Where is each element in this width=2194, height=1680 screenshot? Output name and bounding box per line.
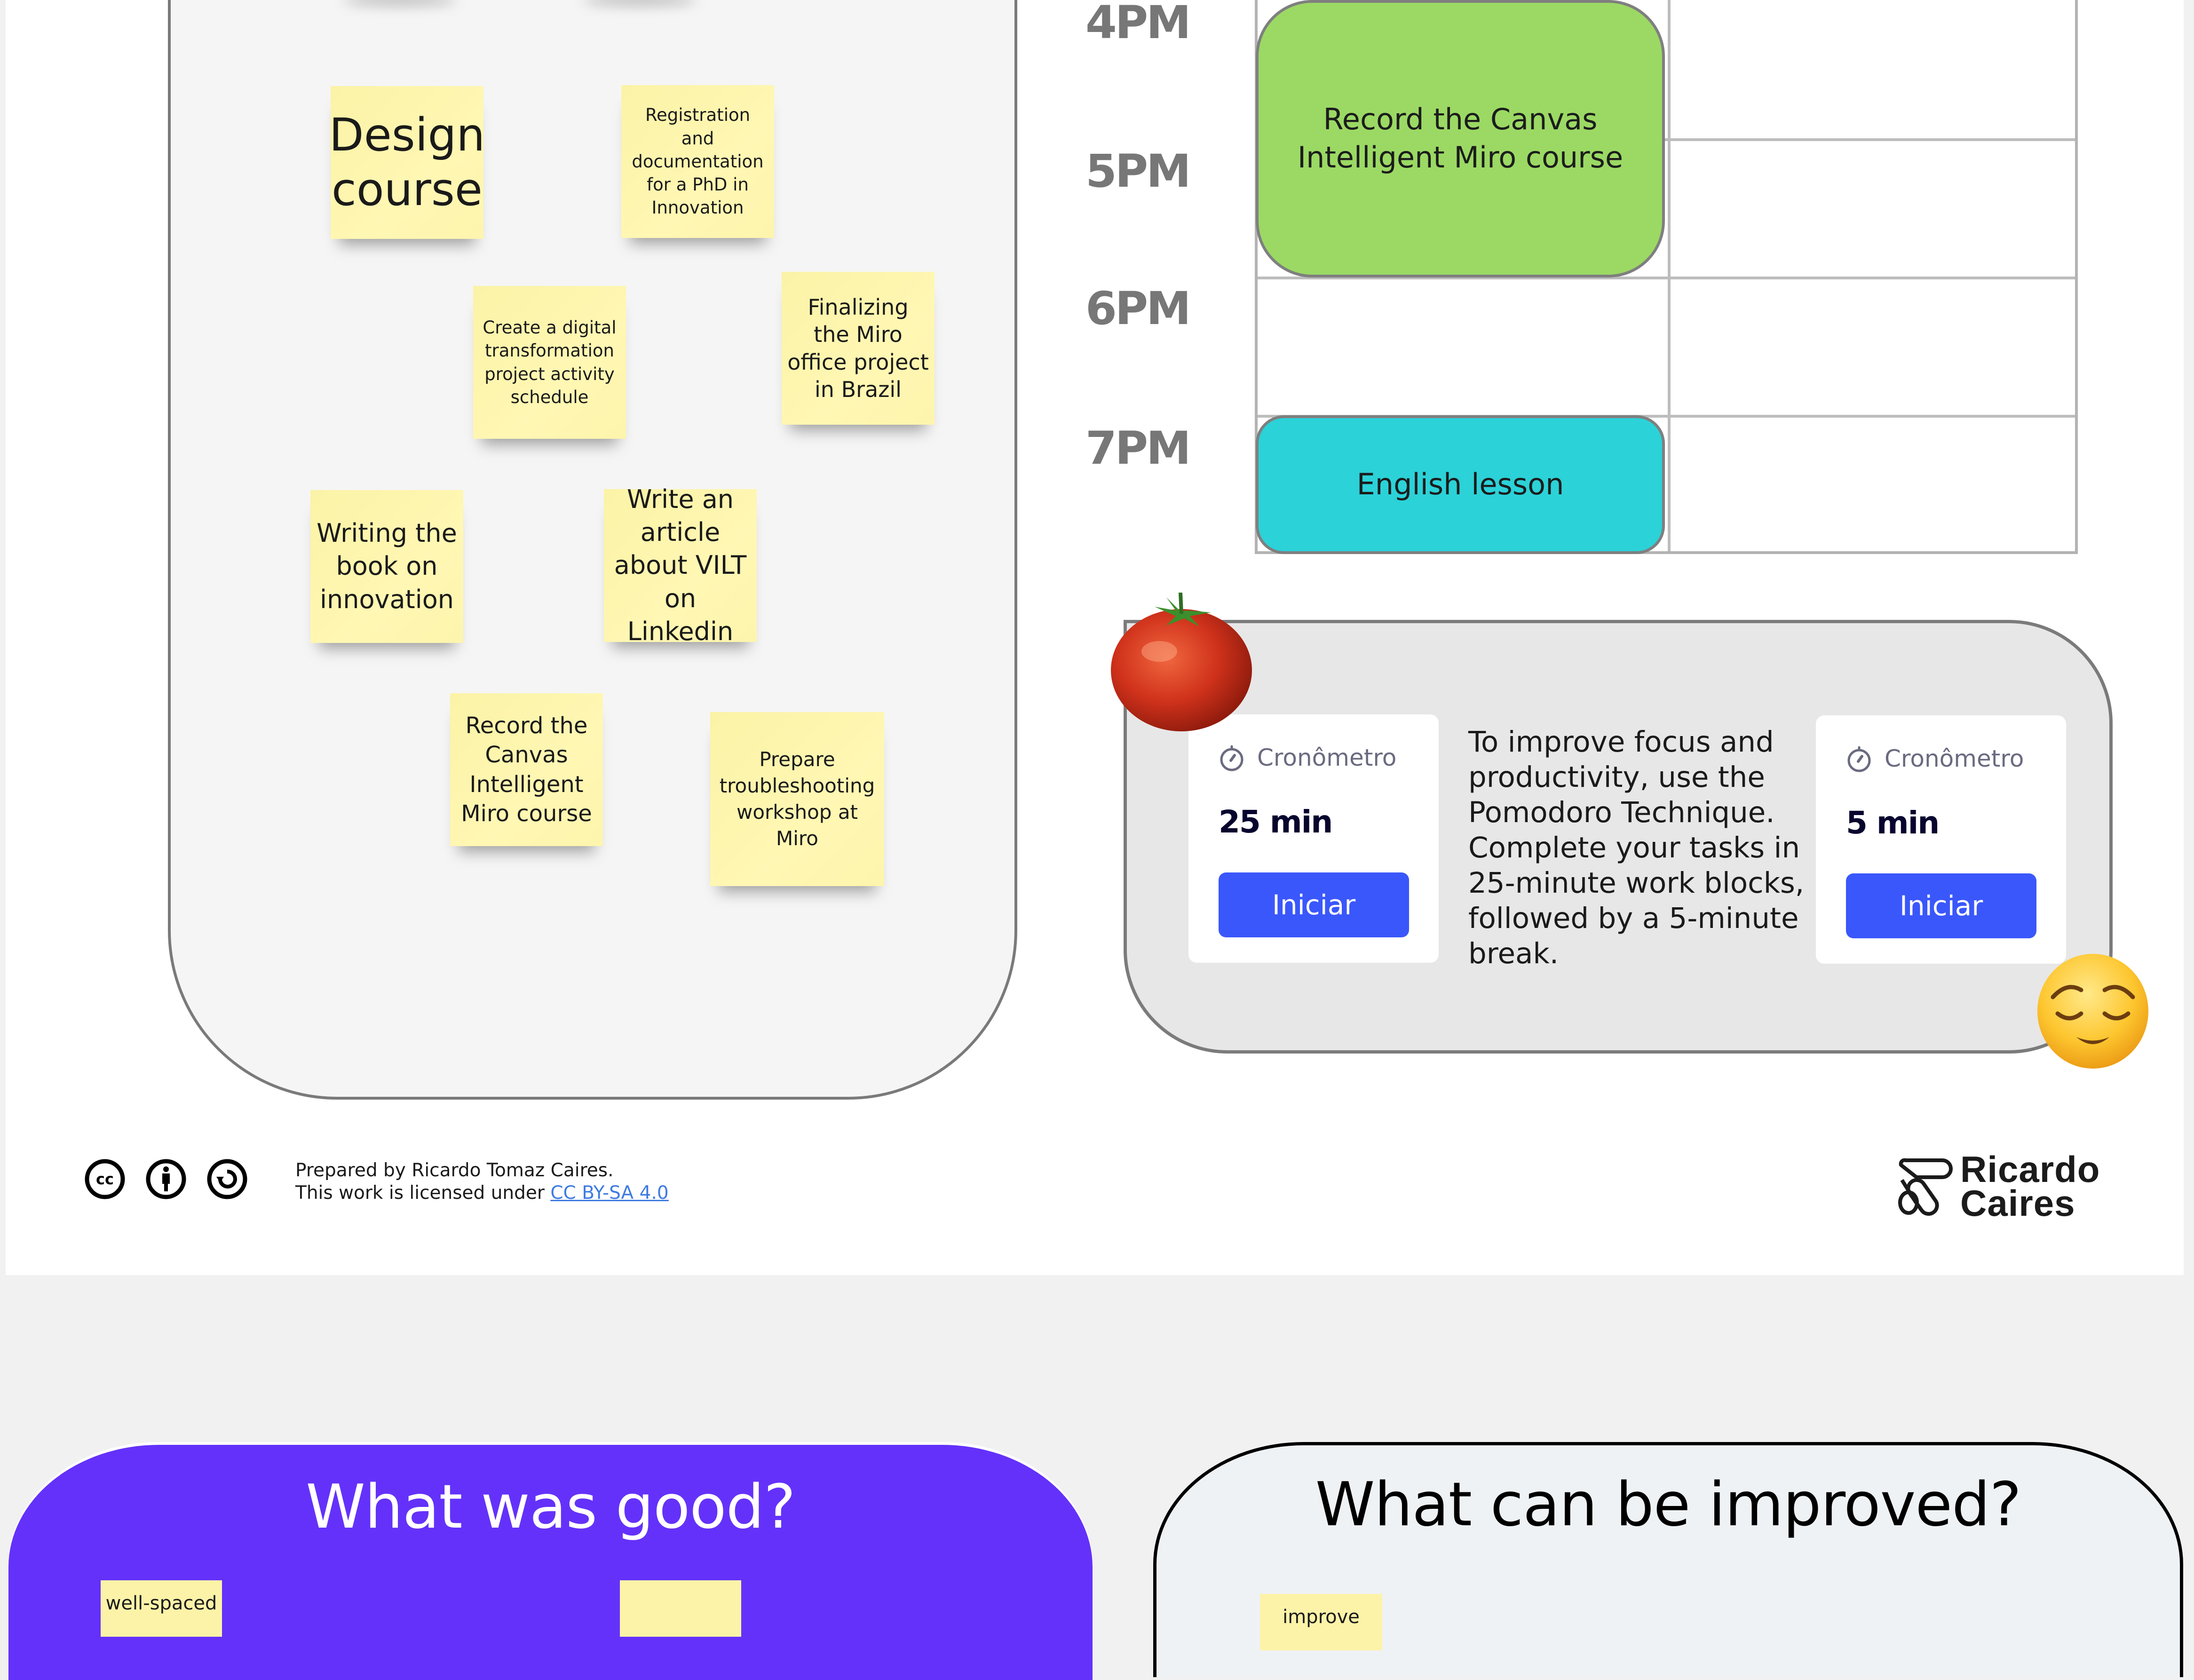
timer-value: 25 min (1219, 804, 1333, 840)
schedule-event[interactable]: Record the Canvas Intelligent Miro cours… (1256, 0, 1665, 277)
event-title: Record the Canvas Intelligent Miro cours… (1297, 102, 1624, 174)
prepared-by: Prepared by Ricardo Tomaz Caires. (295, 1160, 614, 1181)
sticky-note[interactable]: Writing the book on innovation (310, 490, 463, 643)
pomodoro-description: To improve focus and productivity, use t… (1468, 725, 1805, 970)
license-line: This work is licensed under CC BY-SA 4.0 (295, 1182, 669, 1204)
time-label: 6PM (1085, 282, 1191, 335)
grid-divider (1668, 0, 1671, 551)
time-label: 4PM (1085, 0, 1191, 49)
retro-improve-title: What can be improved? (1315, 1470, 2022, 1540)
timer-widget: Cronômetro 5 min Iniciar (1816, 715, 2066, 964)
license-icons: cc (84, 1158, 248, 1200)
brand-logo: Ricardo Caires (1895, 1149, 2100, 1224)
timer-label: Cronômetro (1257, 744, 1397, 771)
timer-widget: Cronômetro 25 min Iniciar (1188, 714, 1439, 963)
share-alike-icon (207, 1159, 247, 1199)
tomato-emoji (1111, 593, 1252, 731)
sticky-note[interactable]: Create a digital transformation project … (473, 286, 626, 439)
cc-icon: cc (85, 1159, 125, 1199)
sticky-note[interactable]: well-spaced (101, 1580, 222, 1637)
attribution-icon (146, 1159, 186, 1199)
retro-improve-frame: What can be improved? improve (1153, 1442, 2183, 1677)
sticky-note[interactable]: Prepare troubleshooting workshop at Miro (710, 712, 884, 886)
sticky-note[interactable] (620, 1580, 741, 1637)
license-link[interactable]: CC BY-SA 4.0 (550, 1182, 668, 1204)
stopwatch-icon (1220, 745, 1244, 771)
event-title: English lesson (1356, 467, 1564, 502)
relieved-face-emoji (2037, 954, 2148, 1069)
schedule-event[interactable]: English lesson (1256, 415, 1665, 554)
logo-text: Ricardo Caires (1960, 1149, 2100, 1224)
footer-credits: Prepared by Ricardo Tomaz Caires. This w… (295, 1159, 669, 1205)
svg-text:cc: cc (96, 1170, 114, 1188)
logo-mark-icon (1898, 1158, 1953, 1216)
sticky-note[interactable]: Record the Canvas Intelligent Miro cours… (450, 693, 603, 846)
stopwatch-icon (1847, 746, 1871, 772)
start-timer-button[interactable]: Iniciar (1219, 872, 1409, 937)
tasks-panel (168, 0, 1017, 1100)
sticky-note[interactable]: improve (1260, 1594, 1382, 1650)
sticky-note[interactable]: Registration and documentation for a PhD… (621, 85, 774, 238)
sticky-note[interactable]: Write an article about VILT on Linkedin (604, 484, 757, 646)
retro-good-title: What was good? (306, 1472, 796, 1542)
time-label: 5PM (1085, 145, 1191, 198)
time-label: 7PM (1085, 422, 1191, 475)
timer-label: Cronômetro (1885, 745, 2024, 772)
retro-good-frame: What was good? well-spaced (8, 1445, 1093, 1680)
timer-value: 5 min (1846, 805, 1940, 841)
sticky-note[interactable]: Finalizing the Miro office project in Br… (782, 272, 935, 425)
start-timer-button[interactable]: Iniciar (1846, 873, 2036, 938)
sticky-note[interactable]: Design course (329, 86, 485, 239)
timer-header: Cronômetro (1846, 745, 2024, 773)
timer-header: Cronômetro (1219, 744, 1396, 772)
